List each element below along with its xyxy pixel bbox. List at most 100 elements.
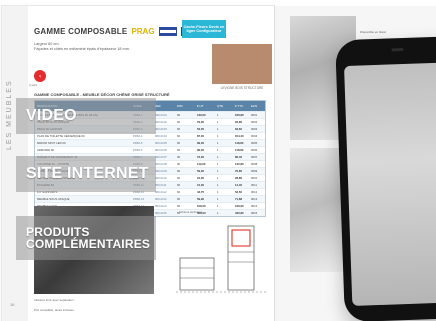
promo-badge[interactable]: Cache-Fleurs Devis en ligne Configurateu…	[182, 20, 226, 38]
table-cell: 52,50	[235, 190, 242, 194]
phone-screen	[344, 61, 436, 306]
table-cell: 60	[177, 169, 181, 173]
table-cell: 1	[217, 176, 219, 180]
table-cell: 0005	[251, 141, 258, 145]
table-cell: 166,80	[235, 113, 244, 117]
table-cell: 960-0104	[155, 134, 167, 138]
website-button[interactable]: SITE INTERNET	[16, 156, 156, 192]
table-cell: 0002	[251, 120, 258, 124]
table-cell: 1	[217, 127, 219, 131]
table-cell: 87,00	[197, 134, 204, 138]
th-ean: EAN	[251, 104, 258, 108]
table-cell: MIROIR SPOT LED 60	[37, 141, 66, 145]
page-title: GAMME COMPOSABLE PRAG	[34, 24, 199, 38]
table-cell: 60	[177, 127, 181, 131]
table-cell: 94,80	[235, 120, 242, 124]
table-cell: 960-0109	[155, 169, 167, 173]
table-cell: 99,00	[197, 141, 204, 145]
logo-caption: Qualité	[29, 84, 38, 87]
table-cell: 960-0112	[155, 190, 167, 194]
table-cell: 0013	[251, 197, 258, 201]
table-cell: 1	[217, 113, 219, 117]
quality-logo-text: Q	[38, 74, 42, 78]
table-cell: 12,00	[197, 183, 204, 187]
table-cell: 86,40	[235, 155, 242, 159]
footer-note: Prix conseillés, taxes incluses.	[34, 308, 75, 312]
table-cell: 43,75	[197, 190, 204, 194]
table-cell: 0003	[251, 127, 258, 131]
th-qte: QTE	[217, 104, 224, 108]
table-cell: 79,00	[197, 120, 204, 124]
table-cell: 99,00	[197, 148, 204, 152]
table-cell: 104,40	[235, 134, 244, 138]
table-cell: 60	[177, 120, 181, 124]
table-cell: 1	[217, 162, 219, 166]
table-cell: 960-0113	[155, 197, 167, 201]
table-title: GAMME COMPOSABLE - MEUBLE DÉCOR CHÊNE GR…	[34, 92, 170, 97]
table-cell: 24,00	[197, 176, 204, 180]
table-cell: 60	[177, 141, 181, 145]
table-row: MEUBLE SOUS VASQUE PR60-13 960-0113 60 59,90…	[35, 195, 265, 202]
quality-logo-icon: Q	[34, 70, 46, 82]
product-description: Largeur 60 cm. Façades et côtés en mélam…	[34, 42, 194, 52]
table-cell: 60	[177, 113, 181, 117]
table-cell: 59,00	[197, 169, 204, 173]
table-cell: 63,60	[235, 127, 242, 131]
table-cell: 59,90	[197, 197, 204, 201]
table-cell: 960-0105	[155, 141, 167, 145]
table-cell: 71,88	[235, 197, 242, 201]
table-cell: 960-0102	[155, 120, 167, 124]
promo-badge-text: Cache-Fleurs Devis en ligne Configurateu…	[183, 24, 225, 33]
related-products-button[interactable]: PRODUITS COMPLÉMENTAIRES	[16, 216, 156, 260]
video-button[interactable]: VIDEO	[16, 98, 156, 134]
table-cell: 0008	[251, 162, 258, 166]
table-cell: 14,40	[235, 183, 242, 187]
table-cell: 139,00	[197, 113, 206, 117]
table-cell: 960-0101	[155, 113, 167, 117]
table-cell: PR60-4	[133, 134, 143, 138]
table-cell: 1	[217, 141, 219, 145]
th-ht: € HT	[197, 104, 204, 108]
table-cell: 28,80	[235, 176, 242, 180]
title-main: GAMME COMPOSABLE	[34, 26, 128, 36]
drawing-caption: Schéma technique	[179, 210, 203, 214]
page-number: 16	[10, 302, 15, 307]
right-caption-top: Disponible en blanc	[360, 30, 387, 34]
table-cell: 0011	[251, 183, 258, 187]
phone-camera-icon	[391, 48, 404, 52]
table-cell: PR60-6	[133, 148, 143, 152]
table-cell: 60	[177, 197, 181, 201]
table-cell: 30	[177, 162, 181, 166]
phone-mockup	[335, 35, 436, 321]
table-cell: ARMOIRE 60	[37, 148, 54, 152]
title-accent: PRAG	[131, 26, 155, 36]
th-ttc: € TTC	[235, 104, 244, 108]
table-cell: 0012	[251, 190, 258, 194]
table-cell: PR60-5	[133, 141, 143, 145]
table-cell: PR60-13	[133, 197, 145, 201]
table-cell: 960-0107	[155, 155, 167, 159]
table-cell: 60	[177, 134, 181, 138]
table-cell: 118,80	[235, 141, 244, 145]
table-cell: 0007	[251, 155, 258, 159]
table-cell: 60	[177, 183, 181, 187]
th-dim: DIM	[177, 104, 183, 108]
table-cell: 118,80	[235, 148, 244, 152]
table-cell: 0001	[251, 113, 258, 117]
table-cell: 60	[177, 148, 181, 152]
table-cell: 960-0111	[155, 183, 167, 187]
material-swatch	[212, 44, 272, 84]
desc-line-2: Façades et côtés en mélaminé épais d'épa…	[34, 47, 130, 51]
table-cell: 119,00	[197, 162, 206, 166]
catalog-scene: LES MEUBLES 16 GAMME COMPOSABLE PRAG Cac…	[0, 0, 436, 321]
table-cell: 960-0110	[155, 176, 167, 180]
table-cell: 72,00	[197, 155, 204, 159]
website-button-label: SITE INTERNET	[26, 165, 149, 182]
table-cell: 70,80	[235, 169, 242, 173]
video-button-label: VIDEO	[26, 107, 77, 124]
table-cell: 1	[217, 155, 219, 159]
table-cell: 1	[217, 148, 219, 152]
technical-drawing	[176, 225, 268, 293]
table-row: ARMOIRE 60 PR60-6 960-0106 60 99,00 1 118,80 00…	[35, 146, 265, 153]
table-cell: 0006	[251, 148, 258, 152]
